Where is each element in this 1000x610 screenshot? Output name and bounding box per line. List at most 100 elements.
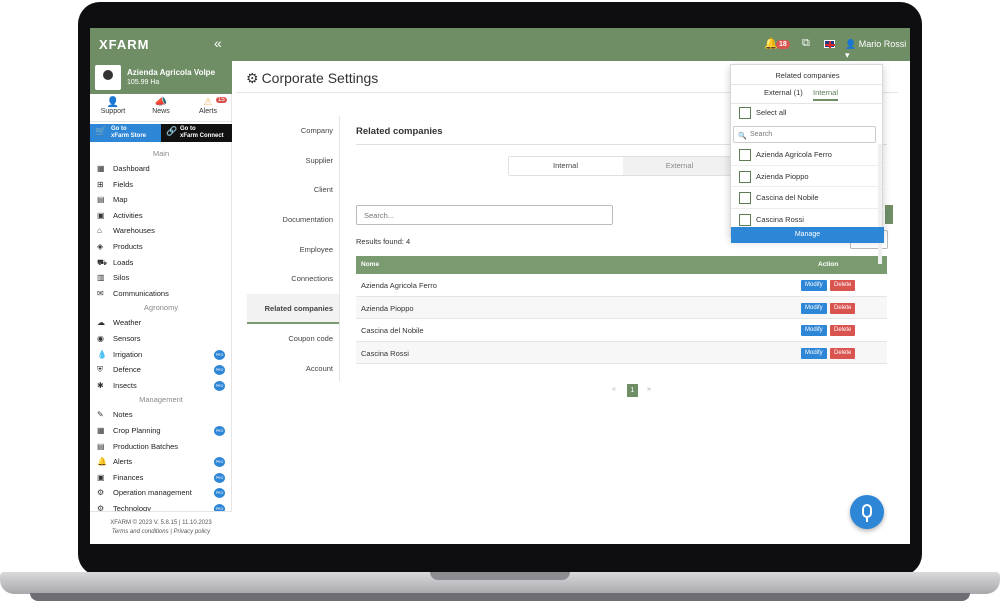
settings-nav-employee[interactable]: Employee	[247, 235, 339, 265]
manage-button[interactable]: Manage	[731, 227, 884, 243]
sidebar-item-notes[interactable]: ✎ Notes	[90, 407, 232, 423]
sidebar-item-irrigation[interactable]: 💧 Irrigation PRO	[90, 347, 232, 363]
sidebar-item-crop-planning[interactable]: ▦ Crop Planning PRO	[90, 423, 232, 439]
sidebar-item-warehouses[interactable]: ⌂ Warehouses	[90, 223, 232, 239]
pro-badge: PRO	[214, 472, 225, 483]
sidebar-item-sensors[interactable]: ◉ Sensors	[90, 331, 232, 347]
settings-nav-connections[interactable]: Connections	[247, 264, 339, 294]
sidebar-item-operation-management[interactable]: ⚙ Operation management PRO	[90, 485, 232, 501]
dropdown-item[interactable]: Azienda Pioppo	[731, 166, 884, 187]
sidebar-item-insects[interactable]: ✱ Insects PRO	[90, 378, 232, 394]
bell-icon: 🔔	[97, 457, 107, 467]
sidebar-item-finances[interactable]: ▣ Finances PRO	[90, 470, 232, 486]
table-row: Azienda Agricola Ferro Modify Delete	[356, 274, 887, 297]
user-menu[interactable]: 👤 Mario Rossi ▾	[845, 39, 910, 61]
item-checkbox[interactable]	[739, 170, 751, 183]
voice-assistant-button[interactable]	[850, 495, 884, 529]
select-all-checkbox[interactable]	[739, 107, 751, 119]
add-button[interactable]	[885, 205, 893, 224]
news-link[interactable]: 📣 News	[138, 97, 184, 115]
sidebar-menu: Main ▦ Dashboard ⊞ Fields ▤ Map ▣ Activities…	[90, 147, 232, 516]
item-checkbox[interactable]	[739, 192, 751, 205]
pager-page-1[interactable]: 1	[627, 384, 638, 397]
dropdown-search-input[interactable]: 🔍 Search	[733, 126, 876, 143]
sidebar-item-weather[interactable]: ☁ Weather	[90, 315, 232, 331]
dropdown-scrollbar[interactable]	[878, 144, 882, 264]
batches-icon: ▤	[97, 441, 105, 451]
version-text: XFARM © 2023 V. 5.8.15 | 11.10.2023	[110, 520, 212, 526]
pro-badge: PRO	[214, 457, 225, 468]
sidebar-item-communications[interactable]: ✉ Communications	[90, 286, 232, 302]
pro-badge: PRO	[214, 488, 225, 499]
section-main: Main	[152, 149, 170, 158]
dropdown-item[interactable]: Azienda Agricola Ferro	[731, 144, 884, 166]
xfarm-connect-button[interactable]: 🔗 Go to xFarm Connect	[161, 124, 232, 142]
sidebar-item-fields[interactable]: ⊞ Fields	[90, 177, 232, 193]
uk-flag-icon[interactable]	[824, 40, 835, 48]
search-input[interactable]	[356, 205, 613, 225]
select-all[interactable]: Select all	[739, 107, 786, 119]
dropdown-tab-internal[interactable]: Internal	[813, 88, 839, 101]
laptop-lip	[430, 572, 570, 580]
dropdown-title: Related companies	[775, 71, 840, 80]
insect-icon: ✱	[97, 380, 104, 390]
legal-links[interactable]: Terms and conditions | Privacy policy	[90, 528, 232, 537]
finances-icon: ▣	[97, 472, 105, 482]
delete-button[interactable]: Delete	[830, 280, 856, 291]
item-checkbox[interactable]	[739, 213, 751, 226]
settings-nav-supplier[interactable]: Supplier	[247, 146, 339, 176]
search-icon: 🔍	[738, 133, 747, 140]
tab-internal[interactable]: Internal	[509, 157, 622, 175]
sidebar-item-map[interactable]: ▤ Map	[90, 192, 232, 208]
tab-external[interactable]: External	[623, 157, 736, 175]
pro-badge: PRO	[214, 380, 225, 391]
microphone-stand	[866, 518, 868, 522]
sidebar-item-dashboard[interactable]: ▦ Dashboard	[90, 161, 232, 177]
megaphone-icon: 📣	[154, 97, 168, 108]
dropdown-body: Select all 🔍 Search Azienda Agricola Ferr…	[731, 103, 884, 264]
xfarm-store-button[interactable]: 🛒 Go to xFarm Store	[90, 124, 161, 142]
farm-name: Azienda Agricola Volpe	[127, 68, 216, 77]
sidebar-item-activities[interactable]: ▣ Activities	[90, 208, 232, 224]
app-screen: XFARM « 🔔 18 ⧉ 👤 Mario Rossi ▾ Azienda A…	[90, 28, 910, 544]
activities-icon: ▣	[97, 210, 105, 220]
column-name: Nome	[361, 261, 380, 268]
farm-header[interactable]: Azienda Agricola Volpe 105.99 Ha	[90, 61, 232, 94]
sidebar-item-defence[interactable]: ⛨ Defence PRO	[90, 362, 232, 378]
collapse-sidebar-icon[interactable]: «	[214, 35, 222, 51]
settings-nav-company[interactable]: Company	[247, 116, 339, 146]
sidebar-item-products[interactable]: ◈ Products	[90, 239, 232, 255]
delete-button[interactable]: Delete	[830, 347, 856, 359]
settings-nav-coupon-code[interactable]: Coupon code	[247, 324, 339, 354]
nav-divider	[339, 116, 340, 381]
modify-button[interactable]: Modify	[801, 347, 827, 359]
modify-button[interactable]: Modify	[801, 280, 827, 291]
dropdown-item[interactable]: Cascina del Nobile	[731, 187, 884, 209]
sidebar-item-alerts[interactable]: 🔔 Alerts PRO	[90, 454, 232, 470]
related-companies-icon[interactable]: ⧉	[802, 37, 810, 50]
sidebar-item-loads[interactable]: ⛟ Loads	[90, 255, 232, 271]
settings-nav-documentation[interactable]: Documentation	[247, 205, 339, 235]
topbar: XFARM « 🔔 18 ⧉ 👤 Mario Rossi ▾	[90, 28, 910, 61]
warehouse-icon: ⌂	[97, 226, 102, 236]
support-link[interactable]: 👤 Support	[90, 97, 136, 115]
modify-button[interactable]: Modify	[801, 302, 827, 314]
settings-nav-related-companies[interactable]: Related companies	[247, 294, 339, 324]
user-name: Mario Rossi	[858, 39, 907, 49]
settings-nav-client[interactable]: Client	[247, 175, 339, 205]
sidebar-item-silos[interactable]: ▥ Silos	[90, 270, 232, 286]
modify-button[interactable]: Modify	[801, 325, 827, 336]
delete-button[interactable]: Delete	[830, 302, 856, 314]
settings-nav-account[interactable]: Account	[247, 354, 339, 384]
pro-badge: PRO	[214, 365, 225, 376]
sidebar-item-production-batches[interactable]: ▤ Production Batches	[90, 439, 232, 455]
delete-button[interactable]: Delete	[830, 325, 856, 336]
pager-next[interactable]: »	[647, 386, 651, 393]
pager-prev[interactable]: «	[612, 386, 616, 393]
app-logo[interactable]: XFARM	[99, 37, 150, 52]
sidebar: Azienda Agricola Volpe 105.99 Ha 👤 Suppor…	[90, 61, 232, 544]
shield-icon: ⛨	[97, 365, 103, 375]
settings-icon: ⚙	[246, 70, 259, 86]
item-checkbox[interactable]	[739, 149, 751, 162]
dropdown-tab-external[interactable]: External (1)	[764, 88, 803, 97]
